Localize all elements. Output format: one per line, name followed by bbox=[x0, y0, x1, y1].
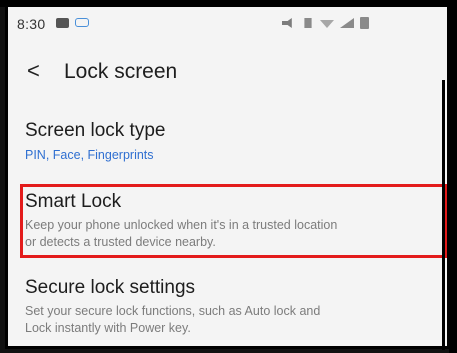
item-subtitle: PIN, Face, Fingerprints bbox=[25, 148, 154, 162]
chat-icon bbox=[75, 18, 89, 27]
screenshot-frame: 8:30 < Lock screen Screen lock type PIN,… bbox=[0, 0, 457, 353]
app-bar: < Lock screen bbox=[8, 52, 447, 92]
highlight-box bbox=[20, 184, 447, 258]
phone-screen: 8:30 < Lock screen Screen lock type PIN,… bbox=[5, 4, 450, 349]
battery-icon bbox=[360, 17, 369, 29]
status-icons bbox=[282, 17, 369, 29]
right-border bbox=[449, 0, 457, 353]
back-button[interactable]: < bbox=[27, 58, 40, 84]
status-bar: 8:30 bbox=[8, 7, 447, 35]
item-title: Secure lock settings bbox=[25, 277, 196, 298]
mute-icon bbox=[282, 18, 292, 28]
item-subtitle-line1: Set your secure lock functions, such as … bbox=[25, 304, 321, 318]
signal-icon bbox=[340, 18, 354, 28]
image-icon bbox=[56, 18, 69, 28]
vibrate-icon bbox=[304, 18, 312, 28]
wifi-icon bbox=[320, 20, 334, 28]
item-title: Screen lock type bbox=[25, 120, 166, 141]
status-time: 8:30 bbox=[17, 16, 46, 32]
right-edge-bar bbox=[442, 80, 445, 350]
menu-item-secure-lock-settings[interactable]: Secure lock settings Set your secure loc… bbox=[8, 277, 447, 339]
page-title: Lock screen bbox=[64, 60, 178, 83]
item-subtitle-line2: Lock instantly with Power key. bbox=[25, 321, 191, 335]
menu-item-screen-lock-type[interactable]: Screen lock type PIN, Face, Fingerprints bbox=[8, 120, 447, 175]
